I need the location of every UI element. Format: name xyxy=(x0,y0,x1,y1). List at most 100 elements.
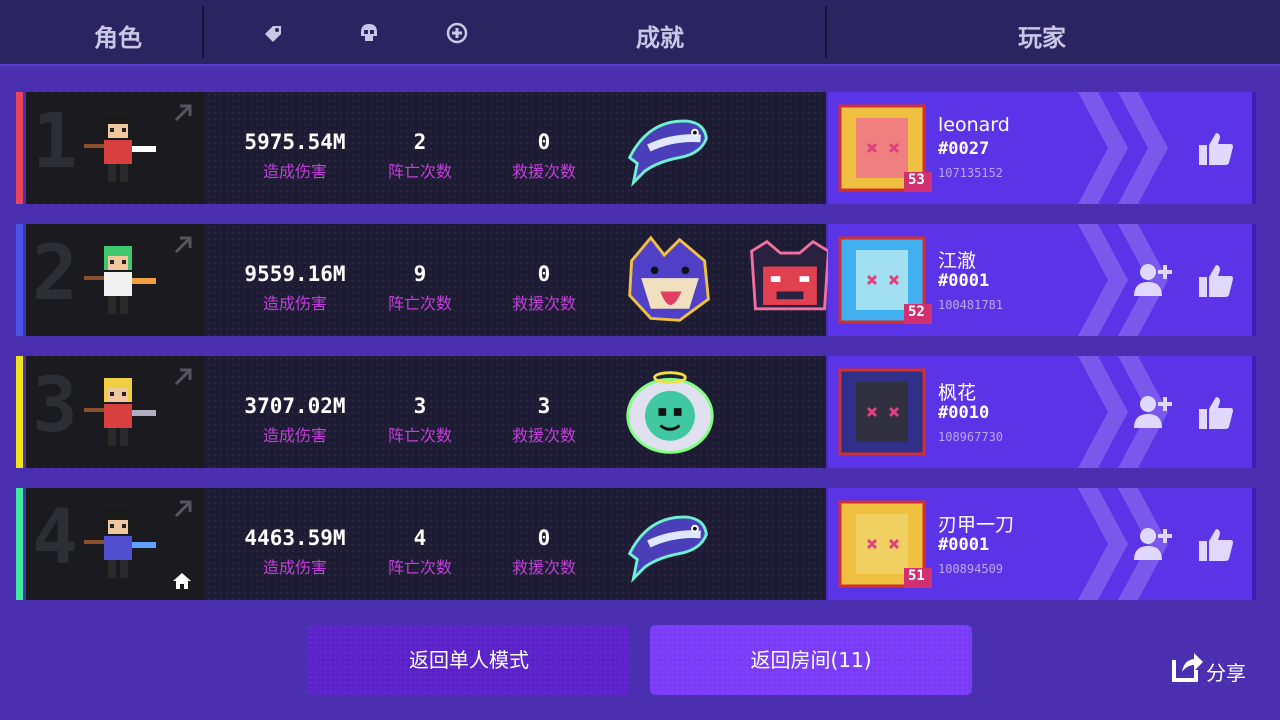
result-row: 3 3707.02M 造成伤害 3 阵亡次数 3 救援次数 枫花 #0010 1… xyxy=(16,356,1256,468)
rescues-label: 救援次数 xyxy=(511,294,576,313)
player-card: 枫花 #0010 108967730 xyxy=(828,356,1256,468)
deaths-label: 阵亡次数 xyxy=(387,426,452,445)
deaths-value: 2 xyxy=(413,130,427,154)
player-name: 江澈 xyxy=(938,250,977,272)
wolf-achievement[interactable] xyxy=(622,232,718,328)
fish-achievement[interactable] xyxy=(620,496,716,592)
player-level: 53 xyxy=(908,172,925,188)
rescues-value: 0 xyxy=(537,526,551,550)
damage-label: 造成伤害 xyxy=(262,294,327,313)
skull-icon[interactable] xyxy=(358,22,380,44)
player-id: 107135152 xyxy=(938,166,1004,180)
fish-achievement[interactable] xyxy=(620,100,716,196)
deaths-value: 4 xyxy=(413,526,427,550)
header-achievement: 成就 xyxy=(636,24,684,52)
damage-stat: 5975.54M 造成伤害 xyxy=(220,130,370,182)
player-avatar[interactable] xyxy=(834,364,934,460)
share-icon[interactable] xyxy=(1170,650,1204,684)
player-name: 刃甲一刀 xyxy=(938,514,1015,536)
deaths-value: 3 xyxy=(413,394,427,418)
return-room-button[interactable]: 返回房间(11) xyxy=(650,625,972,695)
rescues-label: 救援次数 xyxy=(511,162,576,181)
angel-achievement[interactable] xyxy=(622,364,718,460)
deaths-label: 阵亡次数 xyxy=(387,558,452,577)
rank-number: 4 xyxy=(32,492,78,581)
add-friend-icon[interactable] xyxy=(1134,526,1174,562)
rescues-stat: 0 救援次数 xyxy=(494,526,594,578)
rank-accent-bar xyxy=(16,224,23,336)
results-header: 角色 成就 玩家 xyxy=(0,0,1280,66)
rescues-stat: 0 救援次数 xyxy=(494,130,594,182)
deaths-value: 9 xyxy=(413,262,427,286)
tag-icon[interactable] xyxy=(262,22,284,44)
player-card: 51 刃甲一刀 #0001 100894509 xyxy=(828,488,1256,600)
deaths-stat: 2 阵亡次数 xyxy=(370,130,470,182)
result-row: 4 4463.59M 造成伤害 4 阵亡次数 0 救援次数 51 刃甲一刀 #0… xyxy=(16,488,1256,600)
character-cell[interactable]: 2 xyxy=(26,224,204,336)
add-friend-icon[interactable] xyxy=(1134,262,1174,298)
damage-stat: 9559.16M 造成伤害 xyxy=(220,262,370,314)
rank-number: 2 xyxy=(32,228,78,317)
player-card: 52 江澈 #0001 100481781 xyxy=(828,224,1256,336)
damage-value: 5975.54M xyxy=(244,130,346,154)
decorative-chevrons xyxy=(1078,92,1168,204)
player-name: leonard xyxy=(938,114,1010,136)
rank-accent-bar xyxy=(16,356,23,468)
result-row: 2 9559.16M 造成伤害 9 阵亡次数 0 救援次数 52 江澈 #000… xyxy=(16,224,1256,336)
player-tag: #0001 xyxy=(938,535,990,555)
demon-achievement[interactable] xyxy=(742,232,838,328)
rescues-value: 3 xyxy=(537,394,551,418)
like-thumbs-up-icon[interactable] xyxy=(1198,262,1234,298)
plus-circle-icon[interactable] xyxy=(446,22,468,44)
player-level: 52 xyxy=(908,304,925,320)
rescues-stat: 3 救援次数 xyxy=(494,394,594,446)
damage-label: 造成伤害 xyxy=(262,426,327,445)
deaths-stat: 9 阵亡次数 xyxy=(370,262,470,314)
expand-arrow-icon[interactable] xyxy=(174,234,194,254)
character-cell[interactable]: 1 xyxy=(26,92,204,204)
expand-arrow-icon[interactable] xyxy=(174,102,194,122)
damage-value: 3707.02M xyxy=(244,394,346,418)
expand-arrow-icon[interactable] xyxy=(174,498,194,518)
damage-stat: 3707.02M 造成伤害 xyxy=(220,394,370,446)
damage-value: 9559.16M xyxy=(244,262,346,286)
rescues-value: 0 xyxy=(537,262,551,286)
character-sprite xyxy=(84,114,156,182)
header-divider xyxy=(825,6,827,58)
damage-label: 造成伤害 xyxy=(262,162,327,181)
character-cell[interactable]: 3 xyxy=(26,356,204,468)
player-tag: #0027 xyxy=(938,139,990,159)
rank-number: 1 xyxy=(32,96,78,185)
player-id: 100894509 xyxy=(938,562,1004,576)
rescues-stat: 0 救援次数 xyxy=(494,262,594,314)
add-friend-icon[interactable] xyxy=(1134,394,1174,430)
character-sprite xyxy=(84,378,156,446)
return-single-mode-button[interactable]: 返回单人模式 xyxy=(308,625,630,695)
rank-accent-bar xyxy=(16,92,23,204)
share-button-label[interactable]: 分享 xyxy=(1206,657,1246,686)
player-id: 100481781 xyxy=(938,298,1004,312)
rank-number: 3 xyxy=(32,360,78,449)
header-character: 角色 xyxy=(94,24,142,52)
player-tag: #0001 xyxy=(938,271,990,291)
character-sprite xyxy=(84,510,156,578)
rescues-value: 0 xyxy=(537,130,551,154)
expand-arrow-icon[interactable] xyxy=(174,366,194,386)
deaths-label: 阵亡次数 xyxy=(387,294,452,313)
header-divider xyxy=(202,6,204,58)
like-thumbs-up-icon[interactable] xyxy=(1198,526,1234,562)
home-icon xyxy=(173,573,191,589)
player-tag: #0010 xyxy=(938,403,990,423)
deaths-label: 阵亡次数 xyxy=(387,162,452,181)
header-player: 玩家 xyxy=(1018,24,1066,52)
damage-stat: 4463.59M 造成伤害 xyxy=(220,526,370,578)
player-name: 枫花 xyxy=(938,382,977,404)
like-thumbs-up-icon[interactable] xyxy=(1198,130,1234,166)
like-thumbs-up-icon[interactable] xyxy=(1198,394,1234,430)
rescues-label: 救援次数 xyxy=(511,558,576,577)
player-level: 51 xyxy=(908,568,925,584)
character-cell[interactable]: 4 xyxy=(26,488,204,600)
player-card: 53 leonard #0027 107135152 xyxy=(828,92,1256,204)
deaths-stat: 3 阵亡次数 xyxy=(370,394,470,446)
character-sprite xyxy=(84,246,156,314)
